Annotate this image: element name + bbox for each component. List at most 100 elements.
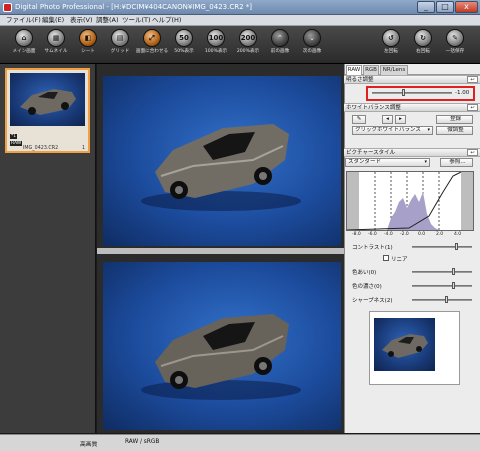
fit-to-screen-button[interactable]: ⤢ 画面に合わせる [136,29,168,62]
navigator-preview[interactable] [369,311,460,385]
menu-help[interactable]: ヘルプ(H) [152,16,181,25]
wb-register-button[interactable]: 登録 [436,115,473,124]
histogram-graph [346,171,473,231]
car-image-adjusted [141,314,301,400]
arrow-left-icon: ◂ [386,116,389,122]
thumbnail-item[interactable]: *1 RAW IMG_0423.CR2 1 [5,68,90,153]
image-pane-after[interactable] [103,262,341,430]
menu-tools[interactable]: ツール(T) [122,16,151,25]
thumbnail-number: 1 [81,146,85,151]
wb-select[interactable]: クリックホワイトバランス ▾ [352,126,433,135]
brightness-reset-button[interactable]: ↩ [467,76,478,83]
axis-tick-label: -6.0 [368,232,377,237]
picture-style-reset-button[interactable]: ↩ [467,149,478,156]
zoom-200-button[interactable]: 200 200%表示 [234,29,262,62]
brightness-title: 明るさ調整 [346,77,374,83]
sharpness-slider-knob[interactable] [445,296,448,303]
chevron-up-icon: ⌃ [271,29,289,47]
wb-right-button[interactable]: ▸ [395,115,406,124]
main-window-button[interactable]: ⌂ メイン画面 [10,29,38,62]
menu-edit[interactable]: 編集(E) [42,16,64,25]
contrast-label: コントラスト(1) [352,245,393,251]
wb-fine-tune-button[interactable]: 微調整 [436,126,473,135]
home-icon: ⌂ [15,29,33,47]
rotate-right-button[interactable]: ↻ 右回転 [409,29,437,62]
picture-style-header: ピクチャースタイル ↩ [344,148,480,157]
minimize-button[interactable]: _ [417,1,435,13]
prev-image-button[interactable]: ⌃ 前の画像 [266,29,294,62]
color-tone-slider[interactable] [412,271,472,273]
axis-tick-label: 4.0 [454,232,462,237]
contrast-slider-knob[interactable] [455,243,458,250]
sharpness-slider[interactable] [412,299,472,301]
fit-icon: ⤢ [143,29,161,47]
eyedropper-button[interactable]: ✎ [352,115,366,124]
saturation-slider-knob[interactable] [452,282,455,289]
color-tone-label: 色あい(0) [352,270,377,276]
chevron-down-icon: ▾ [427,127,430,133]
viewer-divider[interactable] [97,248,344,254]
picture-style-value: スタンダード [348,159,382,165]
tone-curve-histogram[interactable] [346,171,474,231]
status-bar: 高画質 RAW / sRGB [0,434,480,451]
picture-style-select[interactable]: スタンダード ▾ [345,158,430,167]
title-bar: Digital Photo Professional - [H:¥DCIM¥40… [0,0,480,15]
thumbnail-sidebar: *1 RAW IMG_0423.CR2 1 [0,64,96,433]
sharpness-label: シャープネス(2) [352,298,393,304]
wb-left-button[interactable]: ◂ [382,115,393,124]
color-tone-slider-knob[interactable] [452,268,455,275]
linear-label: リニア [391,257,408,263]
sheet-button[interactable]: ◧ シート [74,29,102,62]
app-window: Digital Photo Professional - [H:¥DCIM¥40… [0,0,480,451]
pencil-icon: ✎ [446,29,464,47]
menu-file[interactable]: ファイル(F) [6,16,41,25]
colorspace-status: RAW / sRGB [125,439,160,445]
navigator-image [374,318,435,371]
zoom-100-button[interactable]: 100 100%表示 [202,29,230,62]
axis-tick-label: -8.0 [352,232,361,237]
palette-tabs: RAW RGB NR/Lens [345,64,480,76]
tab-rgb[interactable]: RGB [363,65,379,75]
thumbnail-button[interactable]: ▦ サムネイル [42,29,70,62]
arrow-right-icon: ▸ [399,116,402,122]
chevron-down-icon: ⌄ [303,29,321,47]
menu-view[interactable]: 表示(V) [70,16,93,25]
menu-adjust[interactable]: 調整(A) [96,16,119,25]
axis-tick-label: -4.0 [384,232,393,237]
grid-icon: ▤ [111,29,129,47]
rotate-right-icon: ↻ [414,29,432,47]
maximize-button[interactable]: □ [436,1,454,13]
edit-mark-badge: *1 [10,134,18,139]
brightness-header: 明るさ調整 ↩ [344,75,480,84]
contrast-slider[interactable] [412,246,472,248]
window-title: Digital Photo Professional - [H:¥DCIM¥40… [15,3,253,11]
wb-select-value: クリックホワイトバランス [355,127,421,133]
zoom-50-icon: 50 [175,29,193,47]
next-image-button[interactable]: ⌄ 次の画像 [298,29,326,62]
rotate-left-icon: ↺ [382,29,400,47]
axis-tick-label: 0.0 [418,232,426,237]
picture-style-title: ピクチャースタイル [346,150,396,156]
linear-checkbox[interactable] [383,255,389,261]
image-pane-before[interactable] [103,76,341,246]
saturation-slider[interactable] [412,285,472,287]
axis-tick-label: 2.0 [436,232,444,237]
car-image [141,124,301,211]
chevron-down-icon: ▾ [424,159,427,165]
zoom-50-button[interactable]: 50 50%表示 [170,29,198,62]
thumbnail-filename: IMG_0423.CR2 [23,146,59,151]
batch-save-button[interactable]: ✎ 一括保存 [441,29,469,62]
quality-status: 高画質 [80,442,98,448]
grid-button[interactable]: ▤ グリッド [106,29,134,62]
highlight-box [366,86,475,101]
picture-style-browse-button[interactable]: 参照... [440,158,473,167]
histogram-axis: -8.0 -6.0 -4.0 -2.0 0.0 2.0 4.0 [346,232,474,239]
tab-nr-lens[interactable]: NR/Lens [380,65,408,75]
rotate-left-button[interactable]: ↺ 左回転 [377,29,405,62]
app-icon [3,3,12,12]
white-balance-reset-button[interactable]: ↩ [467,104,478,111]
toolbar: ⌂ メイン画面 ▦ サムネイル ◧ シート ▤ グリッド ⤢ 画面に合わせる 50 50%表… [0,26,480,64]
car-preview-icon [382,334,428,358]
zoom-100-icon: 100 [207,29,225,47]
close-button[interactable]: x [455,1,478,13]
